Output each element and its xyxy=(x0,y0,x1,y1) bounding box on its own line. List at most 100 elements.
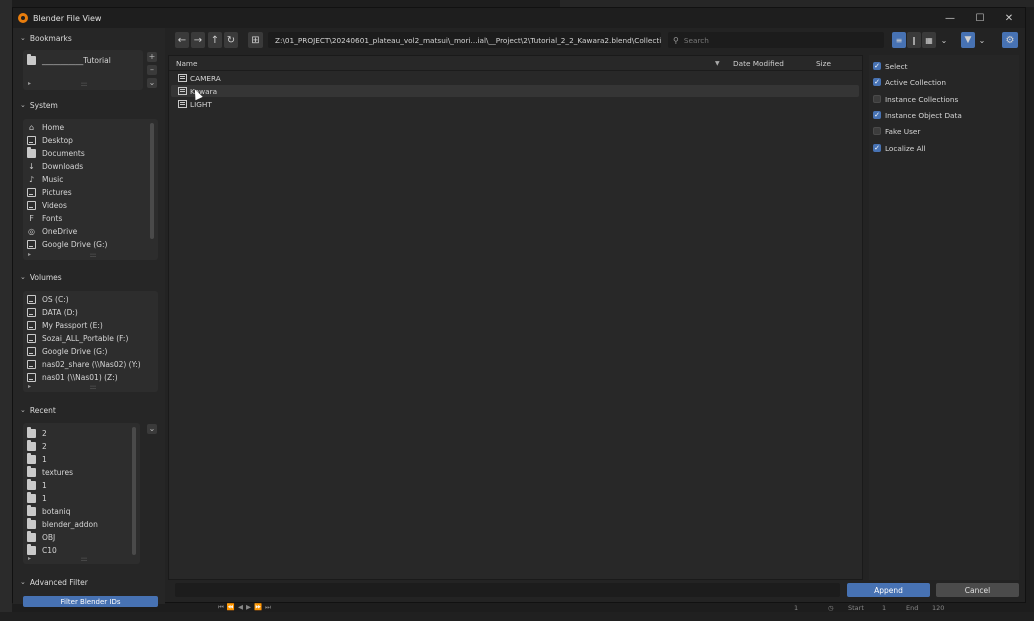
recent-label: botaniq xyxy=(42,507,71,516)
volume-item-d[interactable]: DATA (D:) xyxy=(27,306,78,319)
sidebar-item-fonts[interactable]: F Fonts xyxy=(27,212,62,225)
chevron-down-icon: ⌄ xyxy=(20,273,26,281)
file-row-camera[interactable]: CAMERA xyxy=(171,72,859,84)
recent-item[interactable]: 2 xyxy=(27,427,47,440)
file-row-light[interactable]: LIGHT xyxy=(171,98,859,110)
drive-icon xyxy=(27,308,36,317)
folder-icon xyxy=(27,492,36,503)
sidebar-item-downloads[interactable]: ↓ Downloads xyxy=(27,160,83,173)
column-header-size[interactable]: Size xyxy=(816,56,831,70)
volume-item-y[interactable]: nas02_share (\\Nas02) (Y:) xyxy=(27,358,141,371)
volume-item-e[interactable]: My Passport (E:) xyxy=(27,319,103,332)
playback-controls[interactable]: ⏮⏪◀▶⏩⏭ xyxy=(218,603,274,612)
parent-dir-icon[interactable]: ↑ xyxy=(208,32,222,48)
system-scrollbar[interactable] xyxy=(150,123,154,239)
recent-item[interactable]: C10 xyxy=(27,544,57,557)
sidebar-item-onedrive[interactable]: ◎ OneDrive xyxy=(27,225,77,238)
bookmarks-header[interactable]: ⌄ Bookmarks xyxy=(13,30,165,46)
recent-header[interactable]: ⌄ Recent xyxy=(13,402,165,418)
recent-item[interactable]: textures xyxy=(27,466,73,479)
option-localize-all[interactable]: ✓ Localize All xyxy=(873,142,926,154)
file-row-kawara[interactable]: Kawara xyxy=(171,85,859,97)
recent-item[interactable]: botaniq xyxy=(27,505,70,518)
checkbox-unchecked[interactable] xyxy=(873,127,881,135)
recent-scrollbar[interactable] xyxy=(132,427,136,555)
checkbox-unchecked[interactable] xyxy=(873,95,881,103)
minimize-icon[interactable]: — xyxy=(935,8,965,28)
sidebar-item-google-drive[interactable]: Google Drive (G:) xyxy=(27,238,107,251)
volumes-header[interactable]: ⌄ Volumes xyxy=(13,269,165,285)
forward-arrow-icon[interactable]: → xyxy=(191,32,205,48)
resize-grip-icon[interactable]: ::: xyxy=(90,384,96,391)
display-settings-chevron-icon[interactable]: ⌄ xyxy=(938,32,950,48)
filter-settings-chevron-icon[interactable]: ⌄ xyxy=(976,32,988,48)
sidebar-item-videos[interactable]: Videos xyxy=(27,199,67,212)
option-instance-collections[interactable]: Instance Collections xyxy=(873,93,958,105)
new-folder-icon[interactable]: ⊞ xyxy=(248,32,263,48)
filter-blender-ids-button[interactable]: Filter Blender IDs xyxy=(23,596,158,607)
horizontal-list-view-icon[interactable]: ‖ xyxy=(907,32,921,48)
bookmark-item[interactable]: ___________Tutorial xyxy=(27,54,111,67)
option-instance-object-data[interactable]: ✓ Instance Object Data xyxy=(873,109,962,121)
back-arrow-icon[interactable]: ← xyxy=(175,32,189,48)
recent-item[interactable]: 1 xyxy=(27,492,47,505)
resize-grip-icon[interactable]: ::: xyxy=(81,556,87,563)
current-frame[interactable]: 1 xyxy=(794,603,798,612)
sidebar-item-documents[interactable]: Documents xyxy=(27,147,85,160)
filter-icon[interactable]: ▼ xyxy=(961,32,975,48)
recent-menu-button[interactable]: ⌄ xyxy=(147,424,157,434)
recent-item[interactable]: OBJ xyxy=(27,531,55,544)
checkbox-checked[interactable]: ✓ xyxy=(873,144,881,152)
checkbox-checked[interactable]: ✓ xyxy=(873,78,881,86)
expand-arrow-icon[interactable]: ▸ xyxy=(28,383,31,390)
recent-item[interactable]: blender_addon xyxy=(27,518,98,531)
sidebar-item-pictures[interactable]: Pictures xyxy=(27,186,72,199)
expand-arrow-icon[interactable]: ▸ xyxy=(28,555,31,562)
search-input[interactable]: ⚲ Search xyxy=(668,32,884,48)
checkbox-checked[interactable]: ✓ xyxy=(873,111,881,119)
volume-item-z[interactable]: nas01 (\\Nas01) (Z:) xyxy=(27,371,118,384)
start-frame[interactable]: 1 xyxy=(882,603,886,612)
option-fake-user[interactable]: Fake User xyxy=(873,125,920,137)
advanced-filter-header[interactable]: ⌄ Advanced Filter xyxy=(13,574,165,590)
refresh-icon[interactable]: ↻ xyxy=(224,32,238,48)
sidebar-item-home[interactable]: ⌂ Home xyxy=(27,121,64,134)
remove-bookmark-button[interactable]: – xyxy=(147,65,157,75)
close-icon[interactable]: ✕ xyxy=(994,8,1024,28)
sort-arrow-icon[interactable]: ▼ xyxy=(715,56,720,70)
thumbnail-view-icon[interactable]: ▦ xyxy=(922,32,936,48)
volume-item-g[interactable]: Google Drive (G:) xyxy=(27,345,107,358)
recent-label: 1 xyxy=(42,481,47,490)
vertical-list-view-icon[interactable]: ≡ xyxy=(892,32,906,48)
file-name: CAMERA xyxy=(190,73,221,83)
column-header-name[interactable]: Name xyxy=(176,56,198,70)
recent-item[interactable]: 1 xyxy=(27,479,47,492)
checkbox-checked[interactable]: ✓ xyxy=(873,62,881,70)
settings-gear-icon[interactable]: ⚙ xyxy=(1002,32,1018,48)
sidebar-item-desktop[interactable]: Desktop xyxy=(27,134,73,147)
column-header-date[interactable]: Date Modified xyxy=(733,56,784,70)
expand-arrow-icon[interactable]: ▸ xyxy=(28,251,31,258)
add-bookmark-button[interactable]: + xyxy=(147,52,157,62)
bookmark-menu-button[interactable]: ⌄ xyxy=(147,78,157,88)
system-header[interactable]: ⌄ System xyxy=(13,97,165,113)
directory-path-input[interactable]: Z:\01_PROJECT\20240601_plateau_vol2_mats… xyxy=(268,32,661,48)
recent-label: Recent xyxy=(29,405,56,415)
volume-item-f[interactable]: Sozai_ALL_Portable (F:) xyxy=(27,332,128,345)
maximize-icon[interactable]: ☐ xyxy=(965,8,995,28)
append-button[interactable]: Append xyxy=(847,583,930,597)
end-frame[interactable]: 120 xyxy=(932,603,944,612)
network-drive-icon xyxy=(27,373,36,382)
sidebar-item-label: Desktop xyxy=(42,136,73,145)
expand-arrow-icon[interactable]: ▸ xyxy=(28,80,31,87)
recent-item[interactable]: 1 xyxy=(27,453,47,466)
cancel-button[interactable]: Cancel xyxy=(936,583,1019,597)
recent-item[interactable]: 2 xyxy=(27,440,47,453)
resize-grip-icon[interactable]: ::: xyxy=(90,252,96,259)
option-active-collection[interactable]: ✓ Active Collection xyxy=(873,76,946,88)
sidebar-item-music[interactable]: ♪ Music xyxy=(27,173,63,186)
resize-grip-icon[interactable]: ::: xyxy=(81,81,87,88)
option-select[interactable]: ✓ Select xyxy=(873,60,908,72)
volume-item-c[interactable]: OS (C:) xyxy=(27,293,69,306)
filename-input[interactable] xyxy=(175,583,840,597)
